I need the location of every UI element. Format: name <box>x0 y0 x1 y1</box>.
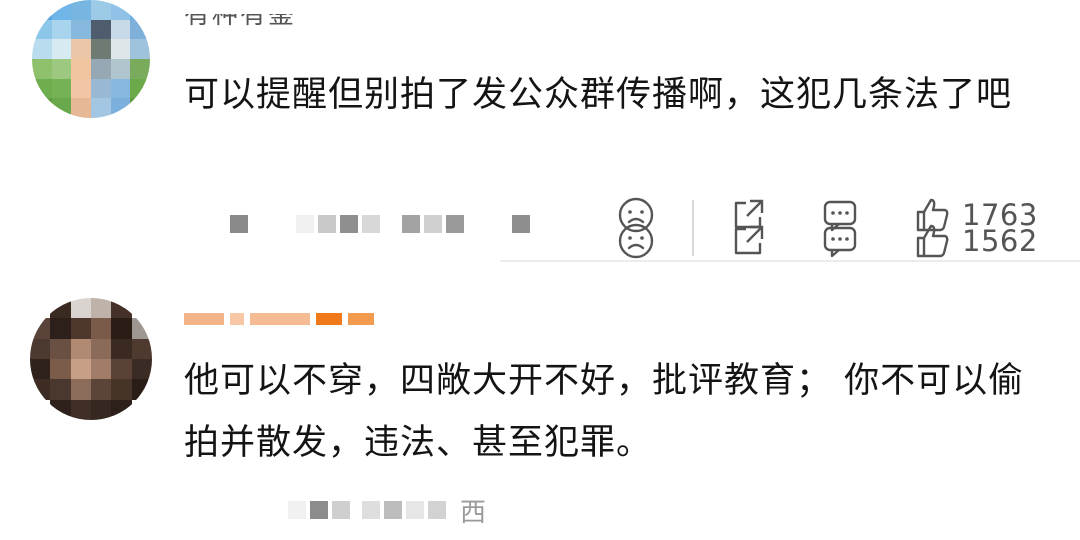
comment-icon[interactable] <box>820 218 860 264</box>
comment-meta <box>230 206 530 242</box>
comment-text: 可以提醒但别拍了发公众群传播啊，这犯几条法了吧 <box>184 75 1013 115</box>
like-icon <box>912 221 952 261</box>
comment-actions: 1562 <box>612 218 1052 264</box>
comment-meta: 西 <box>230 492 486 528</box>
like-button[interactable]: 1562 <box>912 218 1038 264</box>
like-count: 1562 <box>962 224 1038 258</box>
share-icon[interactable] <box>728 218 768 264</box>
avatar[interactable] <box>32 0 150 118</box>
region-label: 西 <box>460 497 487 528</box>
username[interactable] <box>184 313 380 325</box>
comment-item: 他可以不穿，四敞大开不好，批评教育； 你不可以偷拍并散发，违法、甚至犯罪。 西 … <box>0 223 1080 540</box>
separator <box>692 226 694 256</box>
avatar[interactable] <box>30 298 152 420</box>
frown-icon[interactable] <box>616 218 656 264</box>
comment-text: 他可以不穿，四敞大开不好，批评教育； 你不可以偷拍并散发，违法、甚至犯罪。 <box>184 361 1025 463</box>
username[interactable]: 有种有鉴 <box>184 14 296 44</box>
